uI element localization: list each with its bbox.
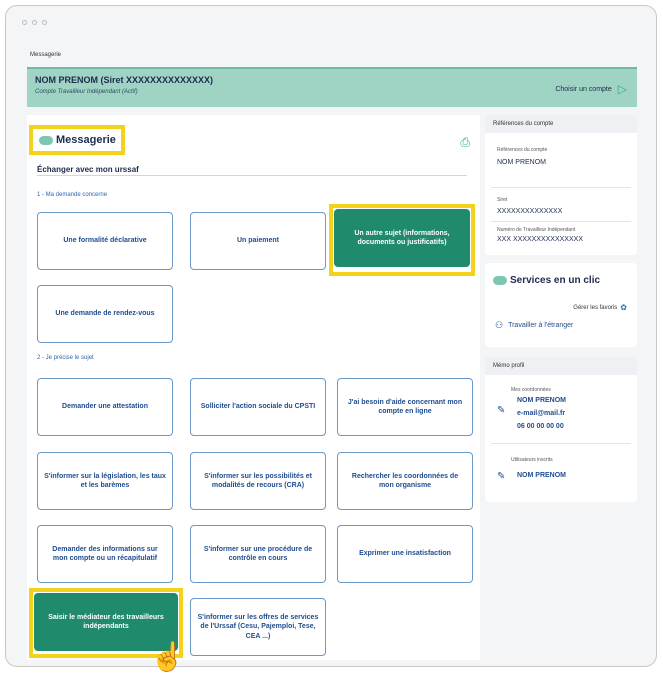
divider	[37, 175, 467, 176]
section-2-label: 2 - Je précise le sujet	[37, 355, 94, 361]
window-dots	[22, 20, 47, 25]
ti-number: XXX XXXXXXXXXXXXXXX	[497, 236, 583, 243]
window-dot-icon	[32, 20, 37, 25]
choose-account-button[interactable]: Choisir un compte ▷	[555, 82, 627, 96]
tile-controle[interactable]: S'informer sur une procédure de contrôle…	[190, 525, 326, 583]
divider	[491, 221, 631, 222]
messagerie-panel: Messagerie ⎙ Échanger avec mon urssaf 1 …	[27, 115, 480, 660]
breadcrumb: Messagerie	[30, 52, 62, 58]
tile-aide-compte[interactable]: J'ai besoin d'aide concernant mon compte…	[337, 378, 473, 436]
siret-label: Siret	[497, 197, 508, 203]
tile-action-sociale[interactable]: Solliciter l'action sociale du CPSTI	[190, 378, 326, 436]
tile-informations-compte[interactable]: Demander des informations sur mon compte…	[37, 525, 173, 583]
tile-recours[interactable]: S'informer sur les possibilités et modal…	[190, 452, 326, 510]
choose-account-label: Choisir un compte	[555, 85, 612, 93]
gear-icon: ✿	[620, 303, 627, 312]
tile-autre-sujet[interactable]: Un autre sujet (informations, documents …	[334, 209, 470, 267]
divider	[491, 187, 631, 188]
tile-offres-services[interactable]: S'informer sur les offres de services de…	[190, 598, 326, 656]
account-bar: NOM PRENOM (Siret XXXXXXXXXXXXXX) Compte…	[27, 67, 637, 107]
toggle-icon	[39, 135, 53, 145]
tile-paiement[interactable]: Un paiement	[190, 212, 326, 270]
services-card: Services en un clic Gérer les favoris ✿ …	[485, 263, 637, 347]
tile-insatisfaction[interactable]: Exprimer une insatisfaction	[337, 525, 473, 583]
tile-rendez-vous[interactable]: Une demande de rendez-vous	[37, 285, 173, 343]
divider	[491, 443, 631, 444]
profile-name: NOM PRENOM	[517, 397, 566, 404]
services-title: Services en un clic	[510, 275, 601, 286]
manage-favorites-link[interactable]: Gérer les favoris ✿	[573, 303, 627, 312]
profile-header: Mémo profil	[485, 357, 637, 375]
manage-favorites-label: Gérer les favoris	[573, 304, 618, 311]
account-name: NOM PRENOM (Siret XXXXXXXXXXXXXX)	[35, 75, 214, 85]
users-label: Utilisateurs inscrits	[511, 457, 553, 463]
people-icon: ⚇	[495, 320, 504, 330]
edit-pencil-icon[interactable]: ✎	[497, 405, 505, 416]
references-name: NOM PRENOM	[497, 159, 546, 166]
window-dot-icon	[22, 20, 27, 25]
tile-coordonnees[interactable]: Rechercher les coordonnées de mon organi…	[337, 452, 473, 510]
service-abroad-link[interactable]: ⚇ Travailler à l'étranger	[495, 320, 573, 331]
ti-label: Numéro de Travailleur Indépendant	[497, 227, 576, 233]
account-type: Compte Travailleur Indépendant (Actif)	[35, 89, 138, 95]
messagerie-title: Messagerie	[56, 134, 116, 146]
account-references-card: Références du compte Références du compt…	[485, 115, 637, 255]
coords-label: Mes coordonnées	[511, 387, 551, 393]
tile-attestation[interactable]: Demander une attestation	[37, 378, 173, 436]
edit-pencil-icon[interactable]: ✎	[497, 471, 505, 482]
registered-user: NOM PRENOM	[517, 472, 566, 479]
print-icon[interactable]: ⎙	[460, 135, 470, 150]
section-1-label: 1 - Ma demande concerne	[37, 192, 108, 198]
references-label: Références du compte	[497, 147, 548, 153]
messagerie-title-box: Messagerie	[29, 125, 125, 155]
siret-value: XXXXXXXXXXXXXX	[497, 208, 563, 215]
service-abroad-label: Travailler à l'étranger	[508, 322, 574, 329]
window-dot-icon	[42, 20, 47, 25]
toggle-icon	[493, 276, 507, 285]
pointer-hand-icon: ☝	[150, 641, 185, 672]
profile-email: e-mail@mail.fr	[517, 410, 566, 417]
profile-card: Mémo profil Mes coordonnées ✎ NOM PRENOM…	[485, 357, 637, 502]
references-header: Références du compte	[485, 115, 637, 133]
tile-formalite[interactable]: Une formalité déclarative	[37, 212, 173, 270]
tile-legislation[interactable]: S'informer sur la législation, les taux …	[37, 452, 173, 510]
services-title-row: Services en un clic	[493, 275, 600, 286]
profile-phone: 06 00 00 00 00	[517, 423, 564, 430]
chevron-right-icon: ▷	[617, 82, 627, 96]
exchange-heading: Échanger avec mon urssaf	[37, 165, 139, 174]
